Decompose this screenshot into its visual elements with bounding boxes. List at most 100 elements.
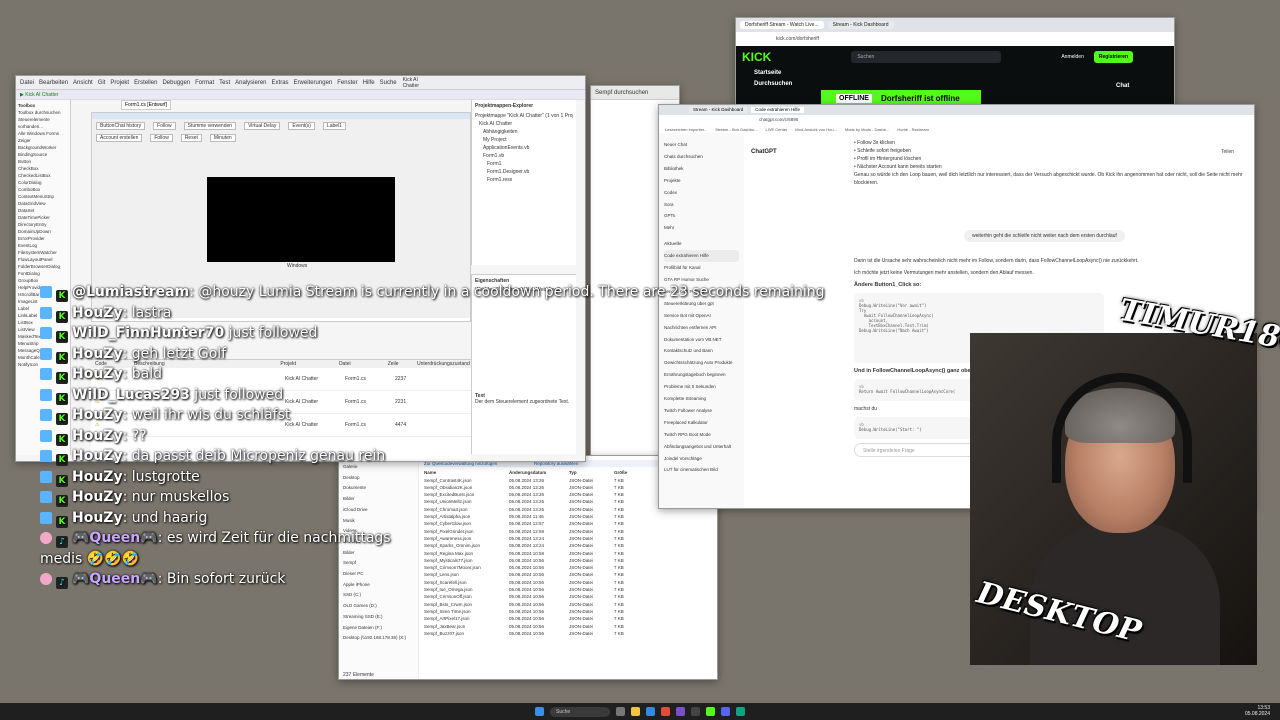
gpt-sidebar-item[interactable]: GPTs [664, 210, 739, 222]
file-row[interactable]: Sempf_ArtPixel17.json 05.08.2024 10:56 JSO… [424, 615, 714, 622]
kick-register-button[interactable]: Registrieren [1093, 51, 1134, 63]
bookmark-item[interactable]: LIVE Center [766, 127, 788, 132]
toolbox-item[interactable]: ColorDialog [18, 179, 68, 186]
vs-menu-item[interactable]: Ansicht [73, 80, 93, 86]
form-control[interactable]: Follow [153, 122, 176, 130]
gpt-sidebar-item[interactable]: Mehr [664, 222, 739, 234]
vs-menu-item[interactable]: Format [195, 80, 214, 86]
solution-item[interactable]: Projektmappe "Kick AI Chatter" (1 von 1 … [475, 112, 573, 120]
bookmark-item[interactable]: Mods by Mods - Dashb... [845, 127, 889, 132]
toolbox-item[interactable]: Zeiger [18, 137, 68, 144]
file-row[interactable]: Sempf_Siren Time.json 05.08.2024 10:56 JSO… [424, 608, 714, 615]
gpt-sidebar-item[interactable]: Kontaktschutz und Bann [664, 345, 739, 357]
run-button[interactable]: ▶ Kick AI Chatter [20, 92, 58, 98]
gpt-sidebar-item[interactable]: Freeplaced Kalkulator [664, 417, 739, 429]
designer-tab[interactable]: Form1.cs [Entwurf] [121, 100, 171, 110]
gpt-tab-code-help[interactable]: Code extrahieren Hilfe [751, 107, 805, 113]
vs-menu-item[interactable]: Fenster [337, 80, 357, 86]
vs-menu-item[interactable]: Projekt [110, 80, 129, 86]
toolbox-item[interactable]: BindingSource [18, 151, 68, 158]
gpt-sidebar-item[interactable]: Projekte [664, 175, 739, 187]
form-control[interactable]: Label1 [322, 122, 346, 130]
discord-icon[interactable] [721, 707, 730, 716]
toolbox-item[interactable]: FlowLayoutPanel [18, 256, 68, 263]
vs-menu-item[interactable]: Suche [380, 80, 397, 86]
vs-menu-item[interactable]: Debuggen [162, 80, 190, 86]
edge-icon[interactable] [646, 707, 655, 716]
file-row[interactable]: Sempf_CrimsonOff.json 05.08.2024 10:56 JSO… [424, 593, 714, 600]
toolbox-item[interactable]: ComboBox [18, 186, 68, 193]
solution-item[interactable]: ApplicationEvents.vb [475, 144, 573, 152]
toolbox-item[interactable]: DateTimePicker [18, 214, 68, 221]
gpt-sidebar-item[interactable]: Twitch Follower Analyse [664, 405, 739, 417]
toolbox-item[interactable]: ErrorProvider [18, 235, 68, 242]
obs-icon[interactable] [691, 707, 700, 716]
kick-nav-browse[interactable]: Durchsuchen [736, 79, 1174, 90]
gpt-sidebar-item[interactable]: Gewichtsschätzung Auto Produkte [664, 357, 739, 369]
form-control[interactable]: Minuten [209, 134, 236, 142]
toolbox-item[interactable]: Toolbox durchsuchen [18, 109, 68, 116]
gpt-sidebar-item[interactable]: Twitch RPG Boot Mode [664, 429, 739, 441]
solution-item[interactable]: Form1.vb [475, 152, 573, 160]
start-icon[interactable] [535, 707, 544, 716]
gpt-sidebar-item[interactable]: Komplette Streaming [664, 393, 739, 405]
file-explorer-icon[interactable] [631, 707, 640, 716]
gpt-sidebar-item[interactable]: Profilbild für Kanal [664, 262, 739, 274]
explorer-nav-item[interactable]: Eigene Dateien (F:) [343, 623, 414, 634]
gpt-sidebar-item[interactable]: Ernährungstagebuch beginnen [664, 369, 739, 381]
toolbox-item[interactable]: FolderBrowserDialog [18, 263, 68, 270]
taskbar-search[interactable]: Suche [550, 706, 610, 717]
vs-menu-item[interactable]: Test [219, 80, 230, 86]
visual-studio-icon[interactable] [676, 707, 685, 716]
form-control[interactable]: Virtual Delay [244, 122, 281, 130]
explorer-search-bar[interactable]: Sempf durchsuchen [591, 86, 679, 100]
toolbox-item[interactable]: DomainUpDown [18, 228, 68, 235]
vs-menu-item[interactable]: Extras [272, 80, 289, 86]
toolbox-item[interactable]: DataSet [18, 207, 68, 214]
toolbox-item[interactable]: DataGridView [18, 200, 68, 207]
kick-nav-home[interactable]: Startseite [736, 68, 1174, 79]
kick-logo[interactable]: KICK [742, 50, 771, 64]
column-header[interactable]: Typ [569, 469, 614, 476]
vs-menu-item[interactable]: Git [98, 80, 106, 86]
solution-item[interactable]: Form1.Designer.vb [475, 168, 573, 176]
gpt-sidebar-item[interactable]: LUT für cinematischen Bild [664, 464, 739, 476]
column-header[interactable]: Änderungsdatum [509, 469, 569, 476]
toolbox-item[interactable]: BackgroundWorker [18, 144, 68, 151]
vs-menu-item[interactable]: Analysieren [235, 80, 266, 86]
gpt-sidebar-item[interactable]: Dokumentation vom VB.NET [664, 334, 739, 346]
toolbox-item[interactable]: EventLog [18, 242, 68, 249]
toolbox-item[interactable]: ContextMenuStrip [18, 193, 68, 200]
solution-item[interactable]: My Project [475, 136, 573, 144]
kick-tab-stream[interactable]: Dorfsheriff Stream - Watch Live... [740, 21, 824, 29]
kick-icon[interactable] [706, 707, 715, 716]
toolbox-item[interactable]: vorhanden... [18, 123, 68, 130]
kick-address-bar[interactable]: kick.com/dorfsheriff [736, 32, 1174, 46]
kick-tab-dashboard[interactable]: Stream - Kick Dashboard [827, 21, 894, 29]
toolbox-item[interactable]: DirectoryEntry [18, 221, 68, 228]
bookmark-item[interactable]: Lesezeichen importier... [665, 127, 707, 132]
file-row[interactable]: Sempf_Buzz07.json 05.08.2024 10:56 JSON-Da… [424, 630, 714, 637]
vs-menu-item[interactable]: Erweiterungen [294, 80, 333, 86]
form-control[interactable]: Follow [150, 134, 173, 142]
bookmark-item[interactable]: Mod-Ansicht von Hou... [795, 127, 837, 132]
explorer-nav-item[interactable]: OLD Games (D:) [343, 601, 414, 612]
solution-item[interactable]: Form1 [475, 160, 573, 168]
solution-item[interactable]: Abhängigkeiten [475, 128, 573, 136]
gpt-address-bar[interactable]: chatgpt.com/c/6890 [659, 115, 1254, 125]
task-view-icon[interactable] [616, 707, 625, 716]
toolbox-item[interactable]: Button [18, 158, 68, 165]
toolbox-item[interactable]: CheckBox [18, 165, 68, 172]
gpt-sidebar-item[interactable]: Probleme mit 5 Sekunden [664, 381, 739, 393]
toolbox-item[interactable]: Alle Windows Forms [18, 130, 68, 137]
gpt-sidebar-item[interactable]: Sora [664, 199, 739, 211]
gpt-sidebar-item[interactable]: Joindel Vorschläge [664, 453, 739, 465]
gpt-sidebar-item[interactable]: Chats durchsuchen [664, 151, 739, 163]
vs-menu-item[interactable]: Hilfe [363, 80, 375, 86]
file-row[interactable]: Sempf_JaxBear.json 05.08.2024 10:56 JSON-D… [424, 623, 714, 630]
kick-login-button[interactable]: Anmelden [1061, 54, 1084, 60]
toolbox-item[interactable]: Steuerelemente [18, 116, 68, 123]
toolbox-item[interactable]: FileSystemWatcher [18, 249, 68, 256]
bookmark-item[interactable]: Stream - Kick Dashbo... [715, 127, 757, 132]
chatgpt-icon[interactable] [736, 707, 745, 716]
